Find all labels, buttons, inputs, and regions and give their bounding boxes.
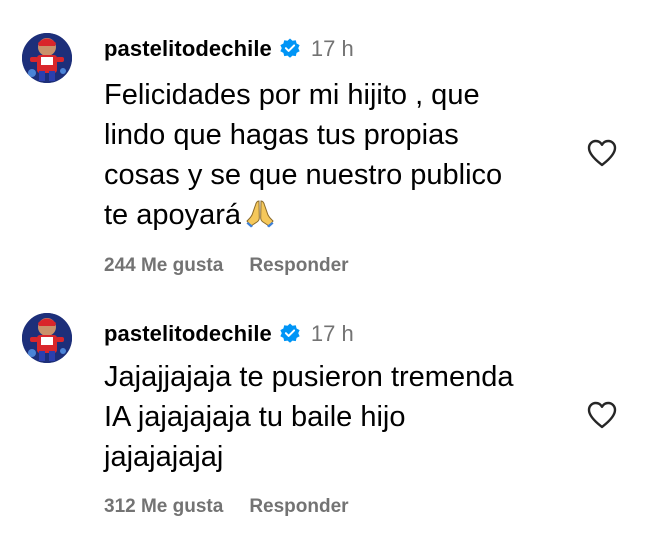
username-link[interactable]: pastelitodechile bbox=[104, 36, 272, 62]
comment-text: Felicidades por mi hijito , que lindo qu… bbox=[104, 75, 574, 235]
like-heart-icon[interactable] bbox=[586, 138, 618, 168]
verified-badge-icon bbox=[279, 38, 301, 60]
comment-header: pastelitodechile 17 h bbox=[104, 35, 354, 63]
avatar[interactable] bbox=[22, 313, 72, 363]
comment-text-line: Jajajjajaja te pusieron tremenda bbox=[104, 361, 514, 393]
comment-text-line: te apoyará bbox=[104, 199, 242, 231]
username-link[interactable]: pastelitodechile bbox=[104, 321, 272, 347]
like-heart-icon[interactable] bbox=[586, 400, 618, 430]
reply-button[interactable]: Responder bbox=[249, 496, 348, 518]
comment-actions: 312 Me gusta Responder bbox=[104, 496, 349, 518]
comment-timestamp[interactable]: 17 h bbox=[311, 36, 354, 62]
comment-text-line: Felicidades por mi hijito , que bbox=[104, 79, 480, 111]
comment-header: pastelitodechile 17 h bbox=[104, 320, 354, 348]
comment-text-line: jajajajajaj bbox=[104, 441, 224, 473]
avatar[interactable] bbox=[22, 33, 72, 83]
comment-actions: 244 Me gusta Responder bbox=[104, 255, 349, 277]
comment-text-line: lindo que hagas tus propias bbox=[104, 119, 459, 151]
comment-text: Jajajjajaja te pusieron tremenda IA jaja… bbox=[104, 357, 574, 477]
comment-text-line: IA jajajajaja tu baile hijo bbox=[104, 401, 406, 433]
verified-badge-icon bbox=[279, 323, 301, 345]
comment-text-line: cosas y se que nuestro publico bbox=[104, 159, 503, 191]
comment-text-line-with-emoji: te apoyará bbox=[104, 195, 574, 235]
folded-hands-icon bbox=[245, 198, 275, 228]
reply-button[interactable]: Responder bbox=[249, 255, 348, 277]
like-count[interactable]: 244 Me gusta bbox=[104, 255, 223, 277]
like-count[interactable]: 312 Me gusta bbox=[104, 496, 223, 518]
comment-timestamp[interactable]: 17 h bbox=[311, 321, 354, 347]
